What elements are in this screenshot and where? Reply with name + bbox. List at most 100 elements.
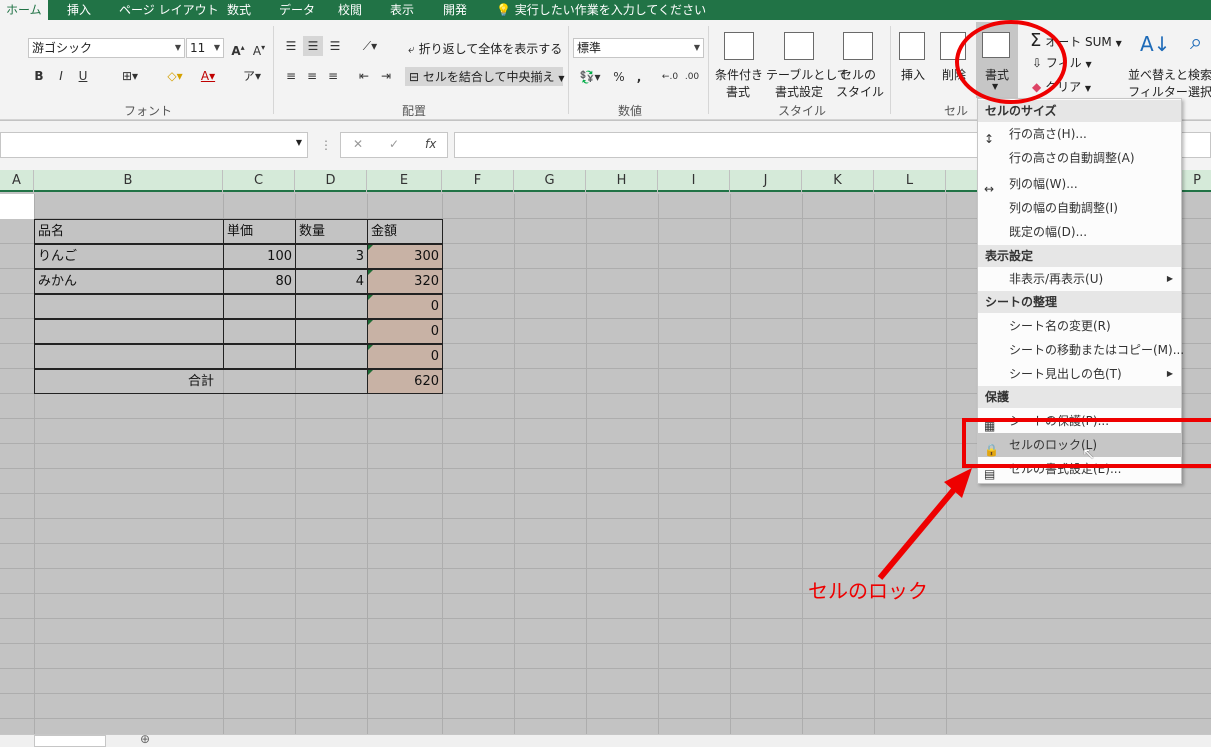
table-cell[interactable] (295, 294, 368, 319)
column-header-e[interactable]: E (367, 170, 442, 192)
align-left-icon[interactable]: ≡ (282, 66, 300, 86)
add-sheet-icon[interactable]: ⊕ (140, 732, 150, 746)
menu-item-column-width[interactable]: ↔ 列の幅(W)... (978, 172, 1181, 196)
italic-button[interactable]: I (54, 66, 68, 86)
tab-home[interactable]: ホーム (0, 0, 48, 20)
menu-item-autofit-row[interactable]: 行の高さの自動調整(A) (978, 146, 1181, 170)
font-size-select[interactable]: 11 ▼ (186, 38, 224, 58)
insert-function-button[interactable]: fx (425, 137, 436, 151)
table-cell-amount[interactable]: 0 (367, 344, 443, 369)
tab-formulas[interactable]: 数式 (227, 0, 251, 20)
phonetic-icon[interactable]: ア▾ (240, 66, 264, 86)
table-cell[interactable] (34, 319, 224, 344)
column-header-h[interactable]: H (586, 170, 658, 192)
column-header-a[interactable]: A (0, 170, 34, 192)
table-cell-amount[interactable]: 0 (367, 319, 443, 344)
column-header-j[interactable]: J (730, 170, 802, 192)
menu-item-tab-color[interactable]: シート見出しの色(T) ▶ (978, 362, 1181, 386)
borders-icon[interactable]: ⊞▾ (117, 66, 143, 86)
fill-color-icon[interactable]: ◇▾ (162, 66, 188, 86)
align-right-icon[interactable]: ≡ (324, 66, 342, 86)
increase-indent-icon[interactable]: ⇥ (377, 66, 395, 86)
menu-item-default-width[interactable]: 既定の幅(D)... (978, 220, 1181, 244)
menu-item-move-copy-sheet[interactable]: シートの移動またはコピー(M)... (978, 338, 1184, 362)
decrease-indent-icon[interactable]: ⇤ (355, 66, 373, 86)
table-cell[interactable] (34, 294, 224, 319)
table-cell[interactable] (295, 319, 368, 344)
table-cell[interactable]: 100 (223, 244, 296, 269)
column-header-p[interactable]: P (1183, 170, 1211, 192)
table-cell[interactable] (223, 344, 296, 369)
font-color-icon[interactable]: A▾ (196, 66, 220, 86)
cell-style-button[interactable]: セルの スタイル (836, 66, 884, 100)
bold-button[interactable]: B (32, 66, 46, 86)
merge-center-button[interactable]: ⊟ セルを結合して中央揃え ▼ (405, 67, 565, 86)
menu-item-autofit-column[interactable]: 列の幅の自動調整(I) (978, 196, 1181, 220)
wrap-text-button[interactable]: ⤶ 折り返して全体を表示する (408, 40, 562, 57)
conditional-format-button[interactable]: 条件付き 書式 (715, 66, 763, 100)
orientation-icon[interactable]: ⟋▾ (357, 36, 383, 56)
tab-review[interactable]: 校閲 (338, 0, 362, 20)
column-header-l[interactable]: L (874, 170, 946, 192)
table-header-qty[interactable]: 数量 (295, 219, 368, 244)
sheet-tab[interactable] (34, 735, 106, 747)
percent-button[interactable]: % (612, 67, 626, 87)
menu-item-hide-unhide[interactable]: 非表示/再表示(U) ▶ (978, 267, 1181, 291)
increase-font-icon[interactable]: A▴ (229, 38, 247, 58)
column-header-g[interactable]: G (514, 170, 586, 192)
menu-item-row-height[interactable]: ↕ 行の高さ(H)... (978, 122, 1181, 146)
comma-button[interactable]: , (633, 67, 645, 87)
decrease-font-icon[interactable]: A▾ (250, 38, 268, 58)
table-cell[interactable]: りんご (34, 244, 224, 269)
column-header-d[interactable]: D (295, 170, 367, 192)
table-cell-amount[interactable]: 320 (367, 269, 443, 294)
tell-me-search[interactable]: 💡 実行したい作業を入力してください (496, 0, 706, 20)
table-cell[interactable] (34, 344, 224, 369)
group-divider (708, 26, 709, 114)
table-cell-amount[interactable]: 300 (367, 244, 443, 269)
find-select-button[interactable]: 検索 選択 (1188, 66, 1211, 100)
font-name-select[interactable]: 游ゴシック ▼ (28, 38, 185, 58)
decrease-decimal-icon[interactable]: .00 (683, 67, 701, 87)
sort-filter-button[interactable]: 並べ替えと フィルター (1128, 66, 1188, 100)
table-header-amount[interactable]: 金額 (367, 219, 443, 244)
align-center-icon[interactable]: ≡ (303, 66, 321, 86)
table-cell[interactable] (295, 344, 368, 369)
column-header-i[interactable]: I (658, 170, 730, 192)
column-header-b[interactable]: B (34, 170, 223, 192)
name-box[interactable]: ▼ (0, 132, 308, 158)
column-header-f[interactable]: F (442, 170, 514, 192)
table-cell[interactable] (223, 294, 296, 319)
table-format-button[interactable]: テーブルとして 書式設定 (766, 66, 849, 100)
enter-icon[interactable]: ✓ (389, 137, 399, 151)
accounting-icon[interactable]: 💱▾ (576, 67, 604, 87)
insert-button[interactable]: 挿入 (901, 66, 925, 83)
align-top-icon[interactable]: ☰ (282, 36, 300, 56)
selected-cell-area[interactable] (0, 194, 34, 219)
table-cell[interactable]: 80 (223, 269, 296, 294)
column-header-k[interactable]: K (802, 170, 874, 192)
increase-decimal-icon[interactable]: ←.0 (661, 67, 679, 87)
tab-data[interactable]: データ (279, 0, 315, 20)
tab-view[interactable]: 表示 (390, 0, 414, 20)
tab-page-layout[interactable]: ページ レイアウト (119, 0, 219, 20)
cancel-icon[interactable]: ✕ (353, 137, 363, 151)
underline-button[interactable]: U (76, 66, 90, 86)
tab-insert[interactable]: 挿入 (67, 0, 91, 20)
table-cell[interactable] (223, 319, 296, 344)
table-cell[interactable]: みかん (34, 269, 224, 294)
number-format-select[interactable]: 標準 ▼ (573, 38, 704, 58)
table-header-price[interactable]: 単価 (223, 219, 296, 244)
table-cell[interactable]: 3 (295, 244, 368, 269)
table-cell-amount[interactable]: 0 (367, 294, 443, 319)
table-header-item[interactable]: 品名 (34, 219, 224, 244)
table-format-icon (784, 32, 814, 60)
tab-developer[interactable]: 開発 (443, 0, 467, 20)
align-bottom-icon[interactable]: ☰ (326, 36, 344, 56)
total-value-cell[interactable]: 620 (367, 369, 443, 394)
column-header-c[interactable]: C (223, 170, 295, 192)
table-cell[interactable]: 4 (295, 269, 368, 294)
align-middle-icon[interactable]: ☰ (303, 36, 323, 56)
total-label-cell[interactable]: 合計 (34, 369, 368, 394)
menu-item-rename-sheet[interactable]: シート名の変更(R) (978, 314, 1181, 338)
